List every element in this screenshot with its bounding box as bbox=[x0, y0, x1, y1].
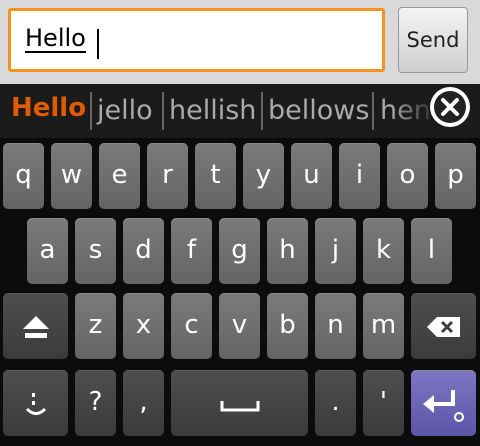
key-period[interactable]: . bbox=[315, 370, 356, 436]
suggestion-item[interactable]: bellows bbox=[268, 93, 369, 129]
key-f[interactable]: f bbox=[171, 218, 212, 284]
text-caret bbox=[97, 29, 99, 59]
message-input-text: Hello bbox=[25, 24, 86, 53]
key-p[interactable]: p bbox=[435, 143, 476, 209]
suggestion-divider bbox=[261, 92, 263, 130]
key-r[interactable]: r bbox=[147, 143, 188, 209]
space-icon bbox=[220, 400, 259, 411]
key-t[interactable]: t bbox=[195, 143, 236, 209]
backspace-key[interactable] bbox=[411, 293, 476, 359]
key-s[interactable]: s bbox=[75, 218, 116, 284]
suggestion-item[interactable]: jello bbox=[97, 93, 153, 129]
key-w[interactable]: w bbox=[51, 143, 92, 209]
key-y[interactable]: y bbox=[243, 143, 284, 209]
key-d[interactable]: d bbox=[123, 218, 164, 284]
key-g[interactable]: g bbox=[219, 218, 260, 284]
suggestion-item[interactable]: Hello bbox=[11, 90, 86, 126]
key-c[interactable]: c bbox=[171, 293, 212, 359]
space-key[interactable] bbox=[171, 370, 308, 436]
enter-key[interactable] bbox=[411, 370, 476, 436]
key-k[interactable]: k bbox=[363, 218, 404, 284]
key-n[interactable]: n bbox=[315, 293, 356, 359]
enter-icon bbox=[422, 389, 464, 422]
suggestion-divider bbox=[162, 92, 164, 130]
suggestion-item[interactable]: hellish bbox=[169, 93, 256, 129]
key-e[interactable]: e bbox=[99, 143, 140, 209]
key-u[interactable]: u bbox=[291, 143, 332, 209]
key-i[interactable]: i bbox=[339, 143, 380, 209]
key-apostrophe[interactable]: ' bbox=[363, 370, 404, 436]
message-input[interactable]: Hello bbox=[8, 8, 385, 72]
close-icon bbox=[441, 98, 459, 116]
key-b[interactable]: b bbox=[267, 293, 308, 359]
key-l[interactable]: l bbox=[411, 218, 452, 284]
key-q[interactable]: q bbox=[3, 143, 44, 209]
shift-key[interactable] bbox=[3, 293, 68, 359]
close-suggestions-button[interactable] bbox=[430, 87, 470, 127]
backspace-icon bbox=[426, 316, 460, 337]
compose-bar: Hello Send bbox=[0, 0, 480, 84]
smiley-icon bbox=[25, 392, 46, 415]
shift-icon bbox=[22, 315, 49, 338]
key-x[interactable]: x bbox=[123, 293, 164, 359]
key-o[interactable]: o bbox=[387, 143, 428, 209]
key-h[interactable]: h bbox=[267, 218, 308, 284]
key-question[interactable]: ? bbox=[75, 370, 116, 436]
key-z[interactable]: z bbox=[75, 293, 116, 359]
keyboard: q w e r t y u i o p a s d f g h j k l z … bbox=[0, 138, 480, 446]
key-comma[interactable]: , bbox=[123, 370, 164, 436]
key-j[interactable]: j bbox=[315, 218, 356, 284]
suggestion-strip: Hello jello hellish bellows hen bbox=[0, 84, 480, 138]
suggestion-divider bbox=[372, 92, 374, 130]
key-v[interactable]: v bbox=[219, 293, 260, 359]
emoji-key[interactable] bbox=[3, 370, 68, 436]
send-button[interactable]: Send bbox=[398, 7, 468, 73]
suggestion-divider bbox=[90, 92, 92, 130]
key-a[interactable]: a bbox=[27, 218, 68, 284]
key-m[interactable]: m bbox=[363, 293, 404, 359]
